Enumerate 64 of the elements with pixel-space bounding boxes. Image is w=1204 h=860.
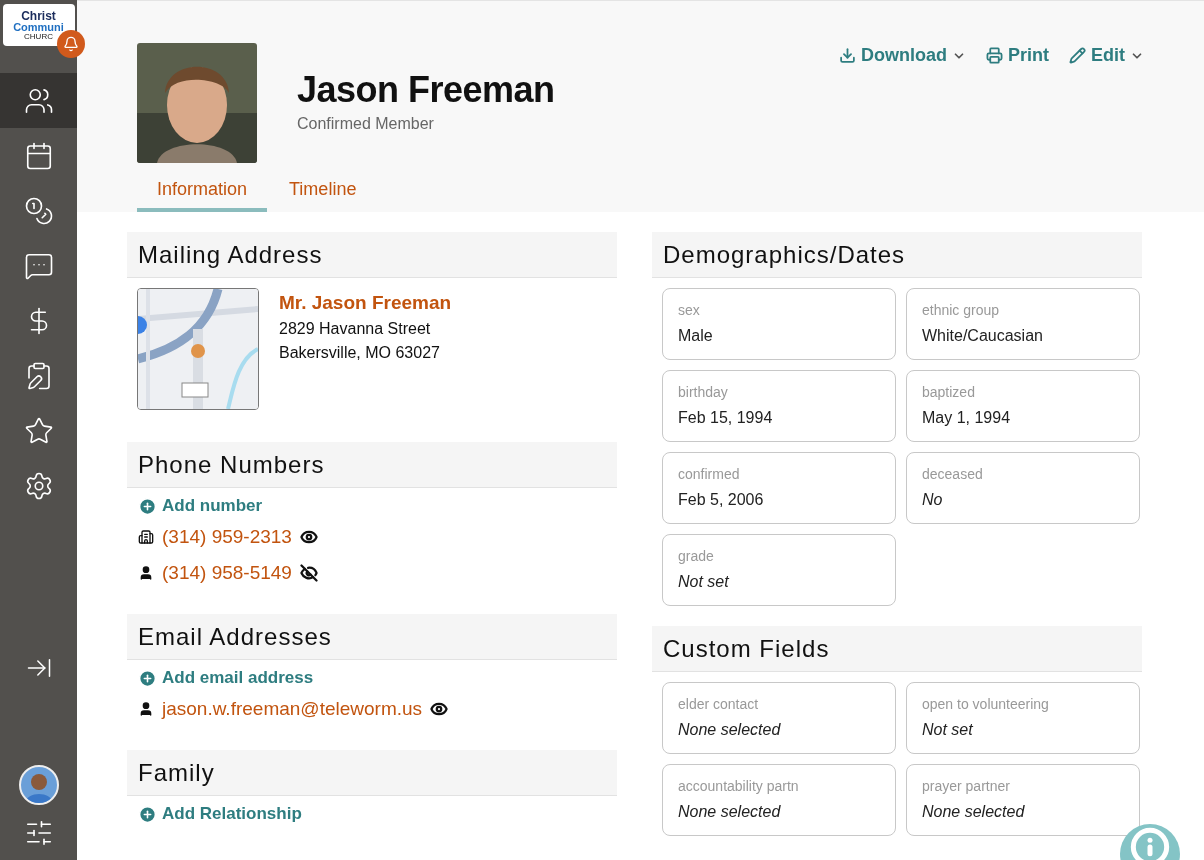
logo-text: CHURC bbox=[24, 32, 53, 41]
section-title: Phone Numbers bbox=[127, 442, 617, 488]
field-value: White/Caucasian bbox=[922, 327, 1044, 345]
field-label: open to volunteering bbox=[922, 696, 1050, 712]
section-title: Demographics/Dates bbox=[652, 232, 1142, 278]
member-status: Confirmed Member bbox=[297, 115, 435, 133]
logo-text: Christ bbox=[21, 9, 56, 22]
nav-item[interactable] bbox=[0, 73, 77, 128]
add-link[interactable]: Add number bbox=[127, 488, 617, 520]
field-label: grade bbox=[678, 548, 715, 564]
bell-icon[interactable] bbox=[56, 30, 85, 58]
field-value: No bbox=[922, 491, 944, 509]
field-label: birthday bbox=[678, 384, 729, 400]
printer-icon bbox=[986, 47, 1003, 64]
field-label: sex bbox=[678, 302, 701, 318]
download-icon bbox=[839, 47, 856, 64]
tab[interactable]: Information bbox=[137, 177, 268, 212]
field-value: None selected bbox=[678, 721, 782, 739]
field-value: Not set bbox=[922, 721, 974, 739]
person-icon bbox=[138, 565, 154, 581]
address-line: 2829 Havanna Street bbox=[279, 320, 432, 338]
action-button[interactable]: Edit bbox=[1069, 45, 1144, 66]
logo-text: Communi bbox=[13, 21, 64, 33]
plus-icon bbox=[138, 668, 157, 688]
field-label: accountability partn bbox=[678, 778, 800, 794]
section-title: Email Addresses bbox=[127, 614, 617, 660]
field-value: None selected bbox=[678, 803, 782, 821]
add-link[interactable]: Add email address bbox=[127, 660, 617, 692]
phone-link[interactable]: (314) 958-5149 bbox=[162, 562, 292, 584]
add-link[interactable]: Add Relationship bbox=[127, 796, 617, 828]
star-icon bbox=[23, 415, 54, 446]
section-title: Family bbox=[127, 750, 617, 796]
avatar[interactable] bbox=[18, 765, 59, 805]
field-label: prayer partner bbox=[922, 778, 1011, 794]
address-line: Bakersville, MO 63027 bbox=[279, 344, 441, 362]
tab[interactable]: Timeline bbox=[269, 177, 377, 212]
field-label: baptized bbox=[922, 384, 976, 400]
addressee-name: Mr. Jason Freeman bbox=[279, 292, 452, 314]
field-value: None selected bbox=[922, 803, 1026, 821]
action-button[interactable]: Print bbox=[986, 45, 1049, 66]
person-icon bbox=[138, 701, 154, 717]
section-title: Custom Fields bbox=[652, 626, 1142, 672]
eye-icon[interactable] bbox=[430, 700, 449, 718]
field-label: confirmed bbox=[678, 466, 741, 482]
plus-icon bbox=[138, 496, 157, 516]
eye-off-icon[interactable] bbox=[299, 564, 318, 582]
field-label: elder contact bbox=[678, 696, 760, 712]
field-label: deceased bbox=[922, 466, 984, 482]
action-button[interactable]: Download bbox=[839, 45, 966, 66]
field-value: May 1, 1994 bbox=[922, 409, 1012, 427]
field-value: Feb 5, 2006 bbox=[678, 491, 765, 509]
field-value: Male bbox=[678, 327, 714, 345]
field-label: ethnic group bbox=[922, 302, 1001, 318]
section-title: Mailing Address bbox=[127, 232, 617, 278]
eye-icon[interactable] bbox=[299, 528, 318, 546]
pencil-icon bbox=[1069, 47, 1086, 64]
field-value: Not set bbox=[678, 573, 730, 591]
plus-icon bbox=[138, 804, 157, 824]
person-name: Jason Freeman bbox=[297, 69, 556, 111]
email-link[interactable]: jason.w.freeman@teleworm.us bbox=[162, 698, 423, 720]
phone-link[interactable]: (314) 959-2313 bbox=[162, 526, 292, 548]
field-value: Feb 15, 1994 bbox=[678, 409, 774, 427]
coins-icon bbox=[23, 195, 54, 226]
building-icon bbox=[138, 529, 154, 545]
